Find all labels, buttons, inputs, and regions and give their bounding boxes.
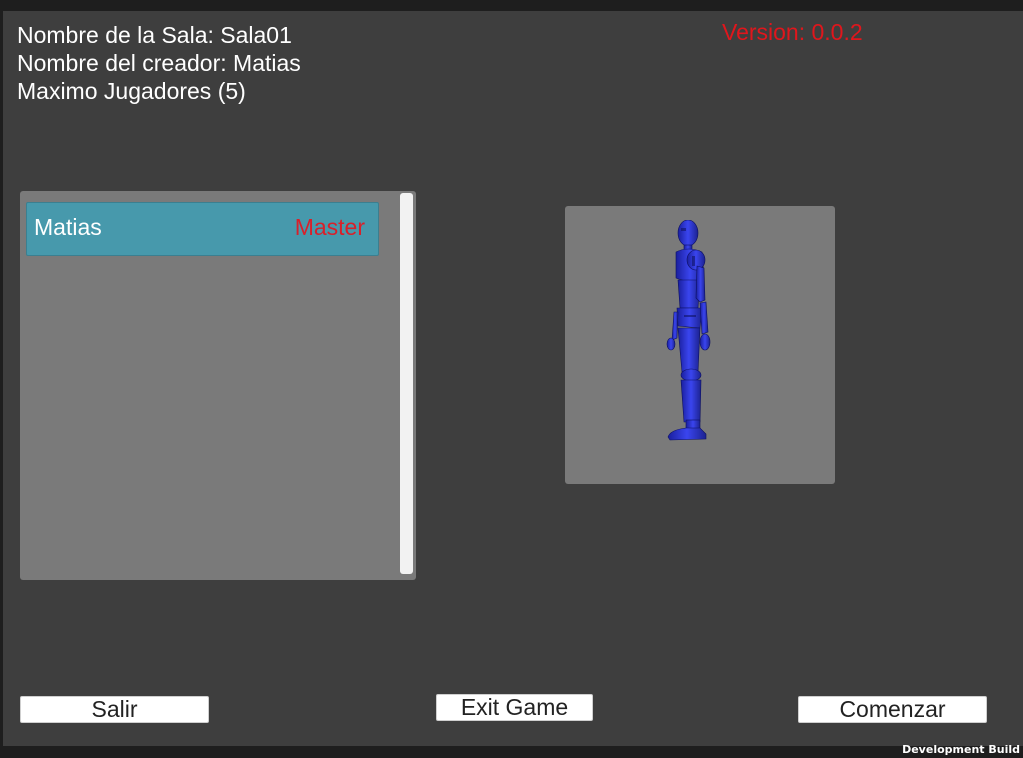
exit-game-button[interactable]: Exit Game (436, 694, 593, 721)
player-list: Matias Master (20, 191, 416, 580)
max-players-label: Maximo Jugadores (5) (17, 78, 246, 104)
blue-humanoid-robot-icon (666, 220, 711, 441)
version-label: Version: 0.0.2 (722, 19, 863, 45)
player-role-badge: Master (294, 214, 365, 240)
player-row[interactable]: Matias Master (26, 202, 379, 256)
development-build-watermark: Development Build (902, 743, 1020, 756)
game-view: Nombre de la Sala: Sala01 Nombre del cre… (3, 11, 1023, 746)
creator-label: Nombre del creador: Matias (17, 50, 301, 76)
comenzar-button[interactable]: Comenzar (798, 696, 987, 723)
player-list-scrollbar[interactable] (400, 193, 413, 574)
character-preview (565, 206, 835, 484)
salir-button[interactable]: Salir (20, 696, 209, 723)
player-name: Matias (34, 214, 102, 240)
room-name-label: Nombre de la Sala: Sala01 (17, 22, 292, 48)
